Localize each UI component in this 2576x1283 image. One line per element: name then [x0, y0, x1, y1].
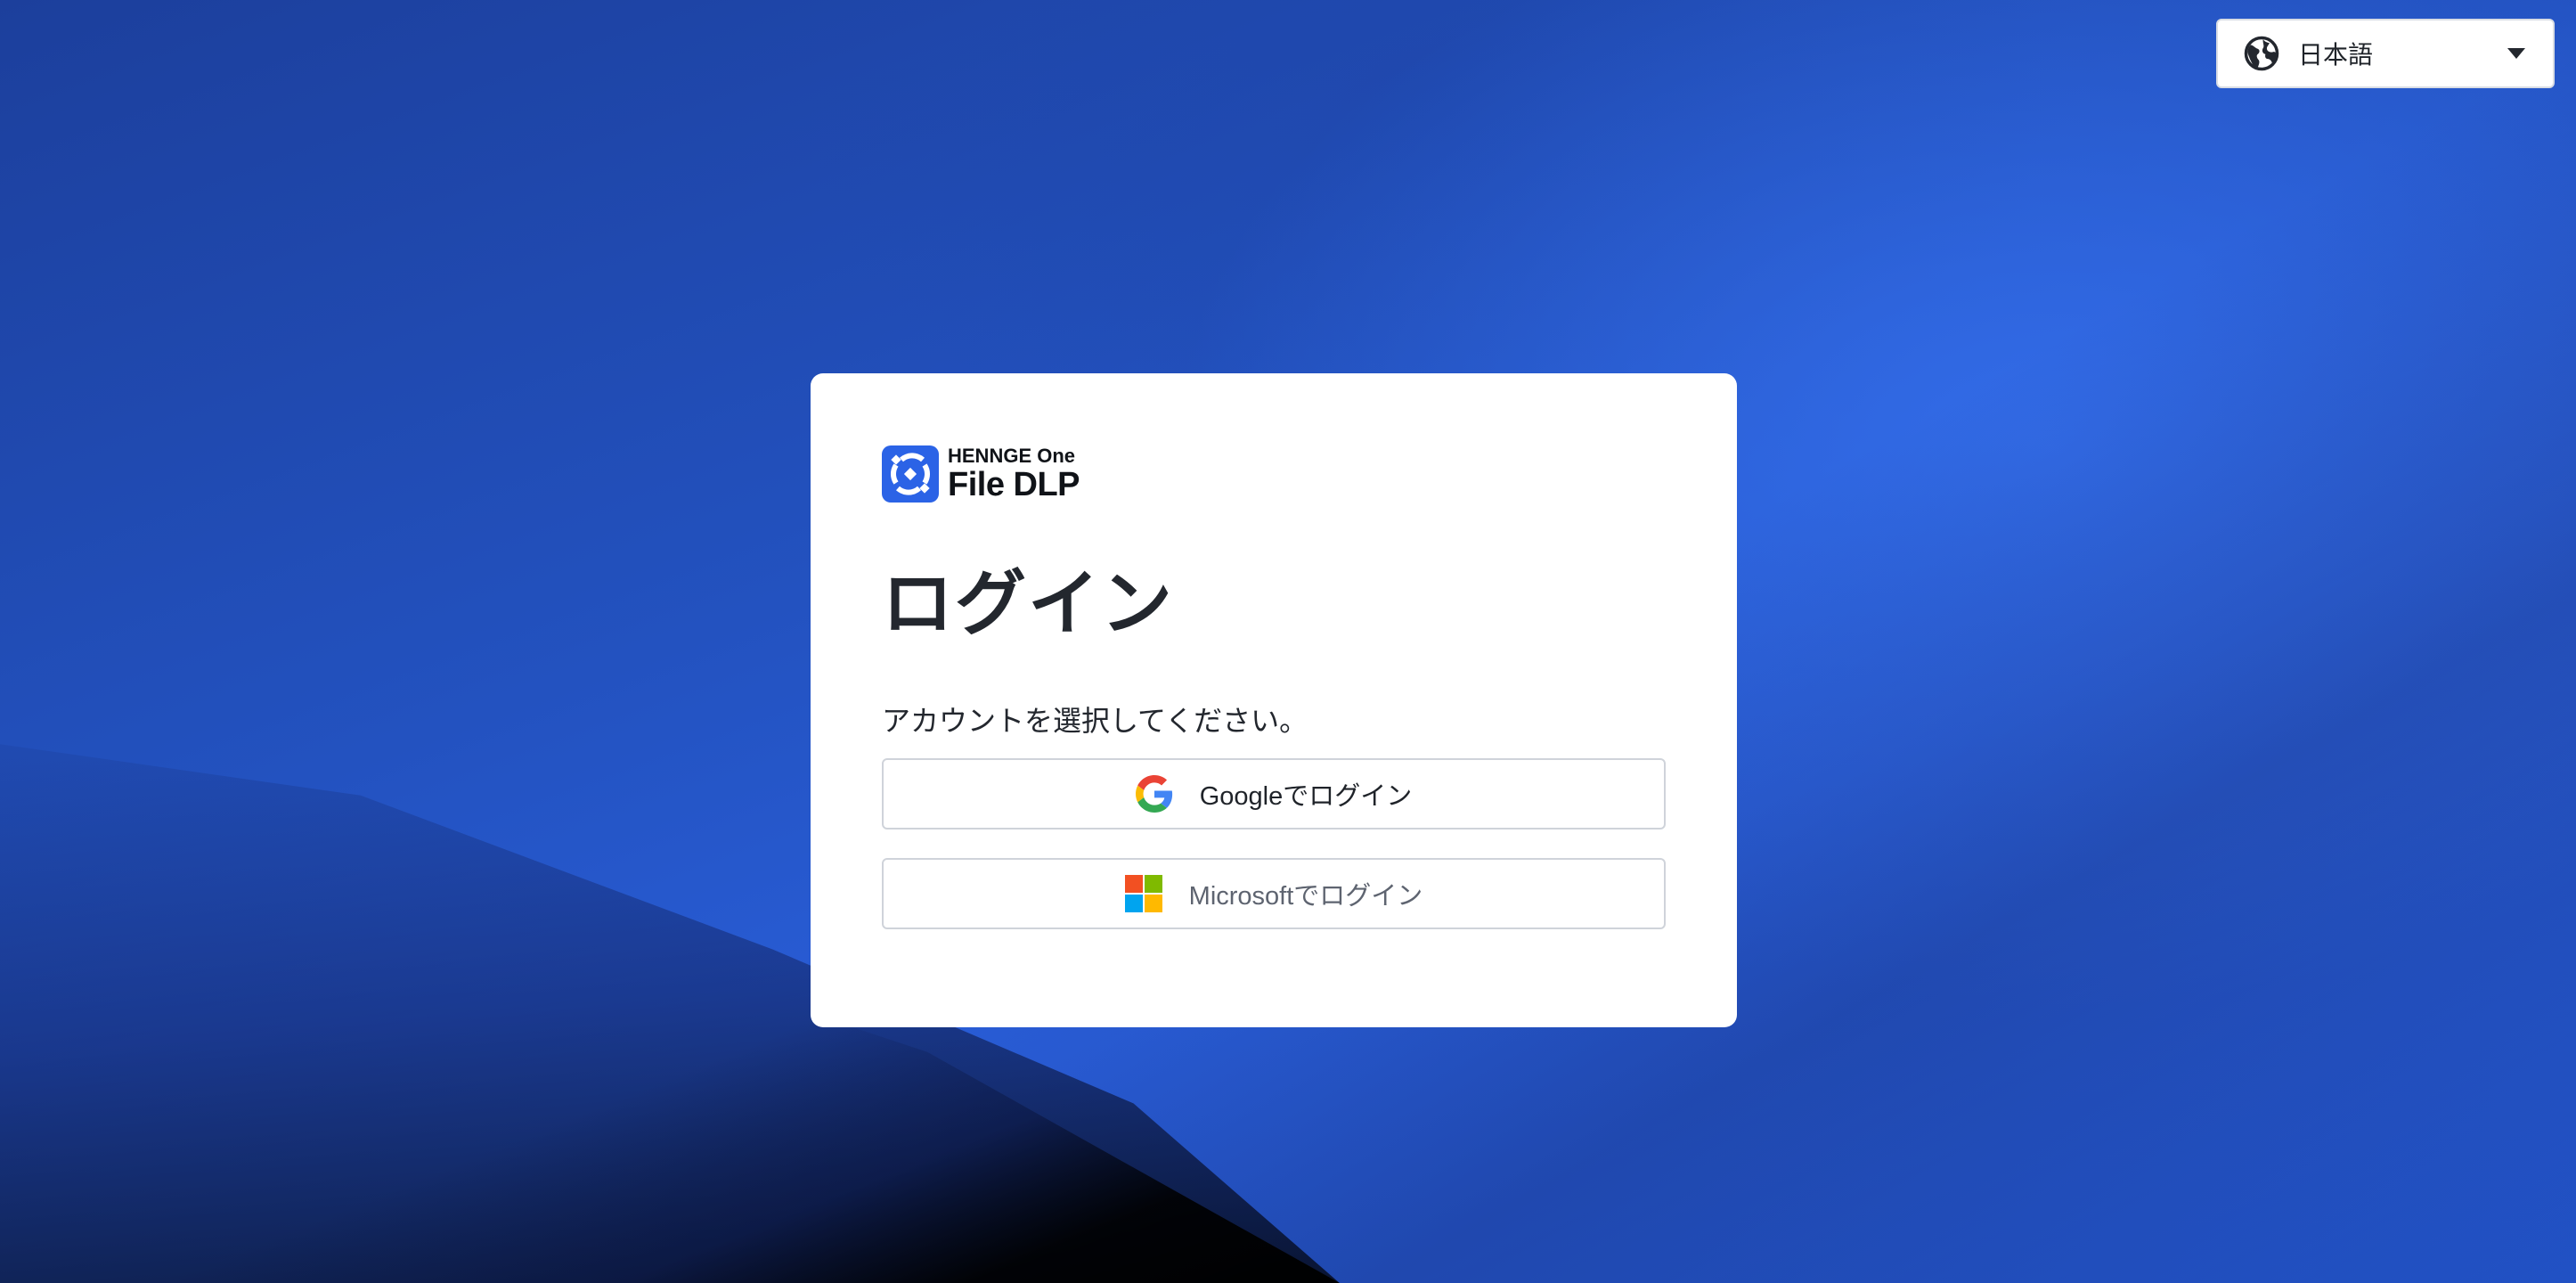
login-card: HENNGE One File DLP ログイン アカウントを選択してください。… — [811, 373, 1737, 1027]
microsoft-login-button[interactable]: Microsoftでログイン — [882, 858, 1666, 929]
brand-text: HENNGE One File DLP — [948, 445, 1080, 503]
brand-product-name: File DLP — [948, 466, 1080, 503]
microsoft-login-label: Microsoftでログイン — [1188, 882, 1423, 911]
language-select-value: 日本語 — [2298, 40, 2374, 69]
google-icon — [1135, 775, 1173, 813]
microsoft-icon — [1124, 875, 1162, 912]
account-instruction: アカウントを選択してください。 — [882, 704, 1308, 738]
caret-down-icon — [2507, 47, 2526, 60]
google-login-button[interactable]: Googleでログイン — [882, 758, 1666, 829]
page-title: ログイン — [882, 562, 1174, 645]
globe-icon — [2243, 35, 2280, 72]
brand-suite-name: HENNGE One — [948, 445, 1076, 467]
henngeone-logo-icon — [882, 445, 939, 503]
brand-logo: HENNGE One File DLP — [882, 445, 1666, 503]
google-login-label: Googleでログイン — [1199, 782, 1413, 811]
language-select[interactable]: 日本語 — [2216, 19, 2555, 88]
